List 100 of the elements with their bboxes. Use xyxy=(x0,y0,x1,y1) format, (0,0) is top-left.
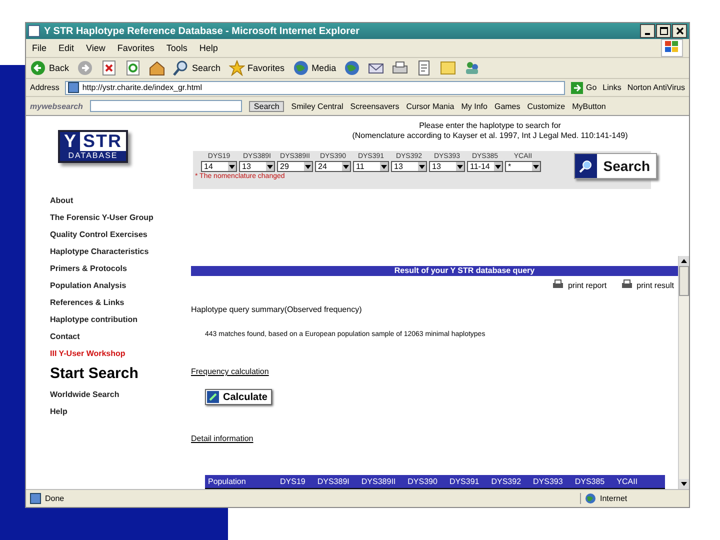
result-header: Result of your Y STR database query xyxy=(191,266,678,276)
go-button[interactable]: Go xyxy=(570,82,597,94)
printer-icon xyxy=(552,279,564,291)
form-subheading: (Nomenclature according to Kayser et al. 1997, Int J Legal Med. 110:141-149) xyxy=(351,131,628,141)
print-report-link[interactable]: print report xyxy=(552,279,607,291)
column-header: DYS392 xyxy=(491,477,522,486)
stop-icon xyxy=(101,60,118,76)
scroll-thumb[interactable] xyxy=(679,266,689,296)
menu-item[interactable]: Edit xyxy=(58,43,74,53)
scroll-up-icon xyxy=(681,259,687,263)
toolbar-link[interactable]: Customize xyxy=(527,102,566,110)
locus-dropdown[interactable]: 29 xyxy=(277,161,313,172)
locus-dropdown[interactable]: 11-14 xyxy=(467,161,503,172)
printer-icon xyxy=(392,60,408,76)
links-button[interactable]: Links xyxy=(602,83,622,92)
form-heading: Please enter the haplotype to search for xyxy=(418,121,561,131)
menu-item[interactable]: Tools xyxy=(166,43,188,53)
toolbar-button[interactable]: Search xyxy=(173,60,221,76)
scrollbar[interactable] xyxy=(678,256,689,489)
sidebar-link[interactable]: III Y-User Workshop xyxy=(50,348,126,359)
summary-heading: Haplotype query summary(Observed frequency) xyxy=(191,305,362,314)
globe-icon xyxy=(292,60,309,76)
toolbar-button[interactable]: Favorites xyxy=(228,60,285,76)
column-header: DYS389I xyxy=(317,477,350,486)
column-header: DYS393 xyxy=(533,477,563,486)
menu-item[interactable]: File xyxy=(32,43,47,53)
toolbar-button[interactable] xyxy=(101,60,118,76)
star-icon xyxy=(228,60,245,76)
column-header: DYS391 xyxy=(449,477,480,486)
search-field[interactable] xyxy=(90,100,242,112)
dropdown-arrow-icon xyxy=(457,164,463,168)
locus-dropdown[interactable]: 11 xyxy=(353,161,389,172)
dropdown-arrow-icon xyxy=(495,164,501,168)
sidebar-link[interactable]: Haplotype Characteristics xyxy=(50,246,149,257)
column-header: DYS389II xyxy=(361,477,396,486)
search-icon xyxy=(173,60,190,76)
dropdown-arrow-icon xyxy=(267,164,273,168)
column-header: Population xyxy=(208,477,247,486)
locus-dropdown[interactable]: 13 xyxy=(391,161,427,172)
toolbar-brand: mywebsearch xyxy=(30,102,83,110)
toolbar-link[interactable]: Screensavers xyxy=(350,102,400,110)
close-button[interactable] xyxy=(672,24,687,38)
home-icon xyxy=(149,60,166,76)
sidebar-link[interactable]: Haplotype contribution xyxy=(50,314,138,325)
dropdown-arrow-icon xyxy=(381,164,387,168)
locus-dropdown[interactable]: * xyxy=(505,161,541,172)
toolbar-button[interactable] xyxy=(149,60,166,76)
locus-dropdown[interactable]: 14 xyxy=(201,161,237,172)
dropdown-arrow-icon xyxy=(533,164,539,168)
search-icon xyxy=(579,159,594,173)
toolbar-button[interactable]: Media xyxy=(292,60,336,76)
toolbar-link[interactable]: Cursor Mania xyxy=(406,102,454,110)
status-text: Done xyxy=(30,493,64,504)
antivirus-button[interactable]: Norton AntiVirus xyxy=(627,83,685,92)
dropdown-arrow-icon xyxy=(419,164,425,168)
menu-item[interactable]: Help xyxy=(199,43,218,53)
sidebar-link[interactable]: References & Links xyxy=(50,297,124,308)
search-button[interactable]: Search xyxy=(574,153,657,179)
toolbar-link[interactable]: My Info xyxy=(461,102,488,110)
toolbar-link[interactable]: Smiley Central xyxy=(291,102,344,110)
sidebar-link[interactable]: Contact xyxy=(50,331,80,342)
sidebar-link[interactable]: Primers & Protocols xyxy=(50,263,127,274)
calculator-icon xyxy=(207,391,219,403)
column-header: DYS385 xyxy=(574,477,605,486)
globe-icon xyxy=(585,493,596,504)
menu-item[interactable]: View xyxy=(86,43,106,53)
dropdown-arrow-icon xyxy=(343,164,349,168)
frequency-link[interactable]: Frequency calculation xyxy=(191,367,269,376)
sidebar-link[interactable]: Help xyxy=(50,406,68,417)
sidebar-link[interactable]: The Forensic Y-User Group xyxy=(50,212,154,223)
printer-icon xyxy=(620,279,633,291)
sidebar-link[interactable]: Worldwide Search xyxy=(50,389,120,400)
locus-dropdown[interactable]: 24 xyxy=(315,161,351,172)
search-button[interactable]: Search xyxy=(248,100,284,112)
minimize-button[interactable] xyxy=(640,24,655,38)
toolbar-button[interactable] xyxy=(416,60,432,76)
dropdown-arrow-icon xyxy=(229,164,235,168)
toolbar-link[interactable]: Games xyxy=(494,102,520,110)
menu-item[interactable]: Favorites xyxy=(117,43,154,53)
toolbar-button[interactable] xyxy=(392,60,408,76)
locus-dropdown[interactable]: 13 xyxy=(429,161,465,172)
maximize-button[interactable] xyxy=(656,24,671,38)
locus-dropdown[interactable]: 13 xyxy=(239,161,275,172)
sidebar-link[interactable]: Population Analysis xyxy=(50,280,126,291)
toolbar-button[interactable]: Back xyxy=(30,60,70,76)
window-title: Y STR Haplotype Reference Database - Microsoft Internet Explorer xyxy=(44,26,360,36)
toolbar-link[interactable]: MyButton xyxy=(572,102,606,110)
detail-link[interactable]: Detail information xyxy=(191,434,254,443)
close-icon xyxy=(676,27,684,35)
sidebar-link[interactable]: Quality Control Exercises xyxy=(50,229,148,240)
toolbar-button[interactable] xyxy=(125,60,142,76)
sidebar-link[interactable]: Start Search xyxy=(50,365,138,383)
people-icon xyxy=(464,60,480,76)
toolbar-button[interactable] xyxy=(464,60,480,76)
sidebar-link[interactable]: About xyxy=(50,195,74,206)
calculate-button[interactable]: Calculate xyxy=(205,389,272,405)
print-result-link[interactable]: print result xyxy=(620,279,674,291)
column-header: DYS19 xyxy=(280,477,306,486)
maximize-icon xyxy=(660,27,668,35)
address-field[interactable]: http://ystr.charite.de/index_gr.html xyxy=(65,80,565,94)
